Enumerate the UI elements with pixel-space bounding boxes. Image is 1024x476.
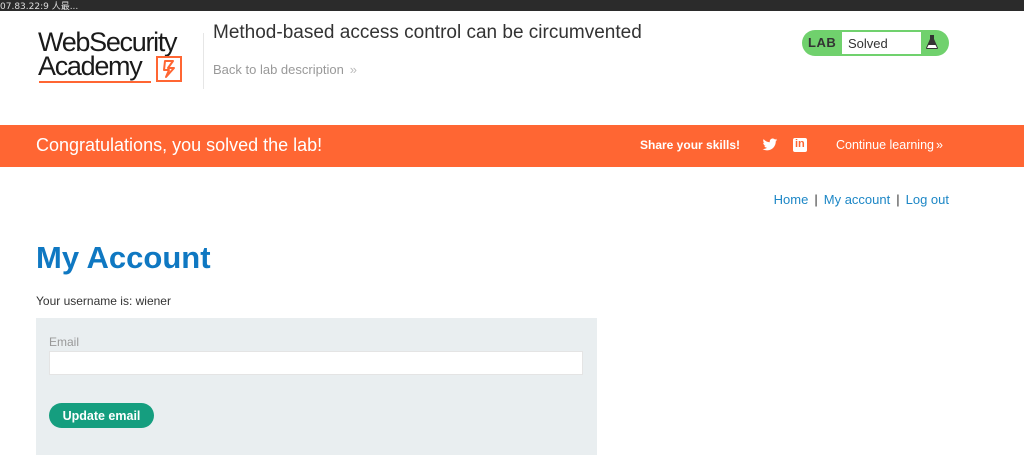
browser-top-strip: 07.83.22:9 人最... (0, 0, 1024, 12)
lab-status-value: Solved (842, 32, 921, 54)
update-email-form: Email Update email (36, 318, 597, 455)
nav-home-link[interactable]: Home (774, 192, 809, 207)
nav-log-out-link[interactable]: Log out (906, 192, 949, 207)
lab-title: Method-based access control can be circu… (213, 22, 642, 43)
page-title: My Account (36, 240, 211, 275)
chevron-right-icon: » (936, 138, 943, 152)
share-skills-label: Share your skills! (640, 138, 741, 152)
header-divider (203, 33, 204, 89)
email-label: Email (49, 335, 80, 349)
linkedin-glyph: in (795, 138, 805, 150)
continue-learning-label: Continue learning (836, 138, 934, 152)
chevron-right-icon: » (349, 62, 358, 77)
username-text: Your username is: wiener (36, 294, 171, 308)
nav-separator: | (814, 192, 818, 207)
logo-underline (39, 81, 151, 83)
congratulations-message: Congratulations, you solved the lab! (36, 135, 323, 155)
back-link-label: Back to lab description (213, 62, 344, 77)
lab-status-badge: LAB Solved (802, 30, 949, 56)
flask-icon (925, 34, 939, 55)
lab-header: WebSecurity Academy Method-based access … (0, 11, 1024, 125)
logo-line2: Academy (38, 51, 143, 81)
top-nav: Home | My account | Log out (774, 192, 949, 207)
nav-my-account-link[interactable]: My account (824, 192, 890, 207)
twitter-icon[interactable] (762, 138, 778, 157)
lightning-bolt-icon (156, 56, 182, 82)
solved-banner: Congratulations, you solved the lab! Sha… (0, 125, 1024, 167)
nav-separator: | (896, 192, 900, 207)
update-email-button[interactable]: Update email (49, 403, 154, 428)
email-input[interactable] (49, 351, 583, 375)
linkedin-icon[interactable]: in (793, 138, 807, 152)
lab-status-label: LAB (808, 35, 837, 50)
web-security-academy-logo[interactable]: WebSecurity Academy (38, 28, 198, 88)
continue-learning-link[interactable]: Continue learning» (836, 138, 943, 152)
back-to-lab-description-link[interactable]: Back to lab description » (213, 62, 357, 77)
